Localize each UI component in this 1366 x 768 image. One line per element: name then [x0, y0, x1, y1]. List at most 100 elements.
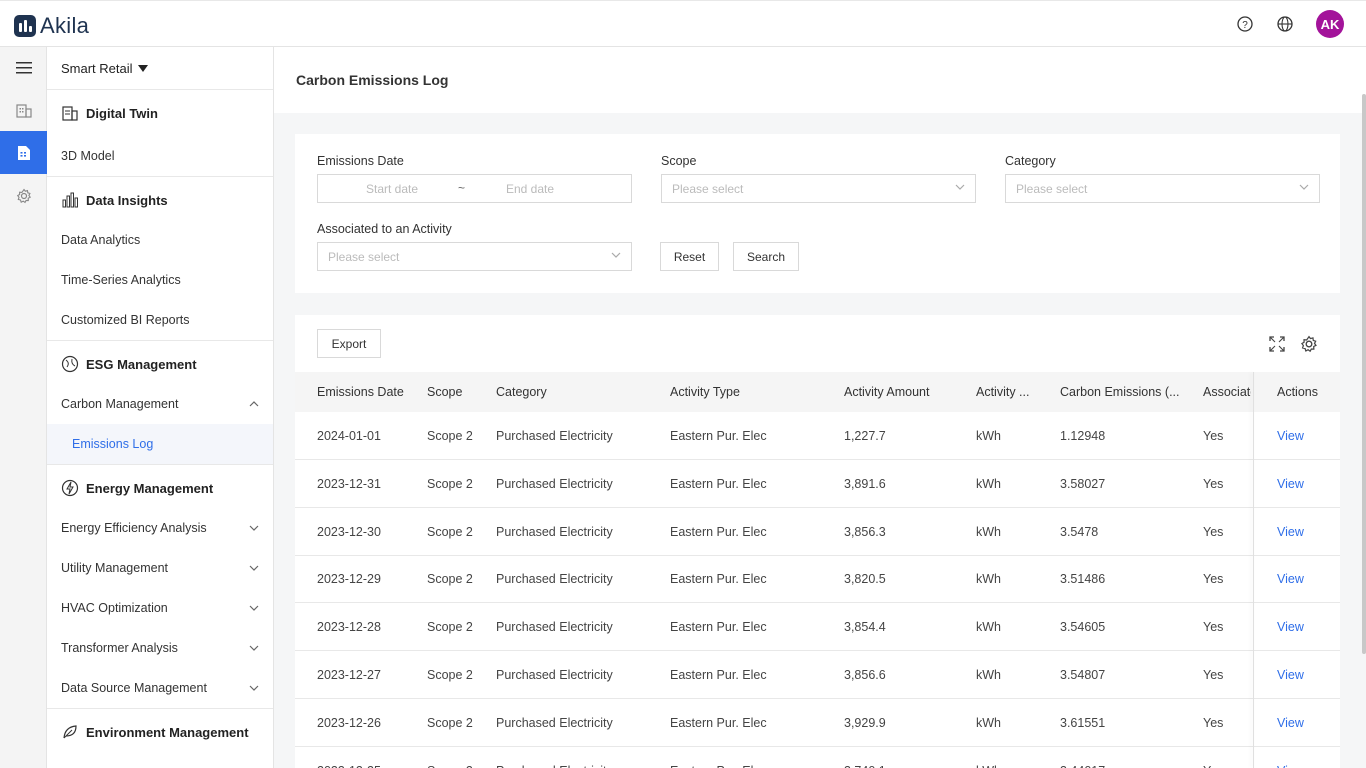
table-cell: Eastern Pur. Elec	[670, 476, 767, 491]
table-cell: kWh	[976, 476, 1001, 491]
view-link[interactable]: View	[1277, 620, 1304, 634]
sidebar-item-time-series-analytics[interactable]: Time-Series Analytics	[47, 260, 273, 300]
view-link[interactable]: View	[1277, 764, 1304, 768]
caret-down-icon	[137, 64, 148, 72]
section-esg-management: ESG Management	[47, 344, 273, 384]
fullscreen-icon[interactable]	[1269, 336, 1285, 352]
column-header[interactable]: Emissions Date	[317, 385, 404, 399]
table-cell: Eastern Pur. Elec	[670, 620, 767, 635]
table-row[interactable]: 2023-12-31 Scope 2 Purchased Electricity Ea…	[295, 460, 1340, 508]
site-selector[interactable]: Smart Retail	[47, 47, 273, 90]
table-cell: 3.5478	[1060, 524, 1099, 539]
table-cell: 3.44017	[1060, 764, 1105, 768]
page-scrollbar[interactable]	[1362, 94, 1366, 654]
filter-panel: Emissions Date Start date ~ End date Sco…	[295, 134, 1340, 293]
table-cell: Purchased Electricity	[496, 524, 613, 539]
table-cell: kWh	[976, 524, 1001, 539]
table-row[interactable]: 2023-12-25 Scope 2 Purchased Electricity Ea…	[295, 747, 1340, 768]
reset-button[interactable]: Reset	[660, 242, 719, 271]
table-cell: 3.54807	[1060, 668, 1106, 682]
table-row[interactable]: 2023-12-26 Scope 2 Purchased Electricity Ea…	[295, 699, 1340, 747]
table-cell: Purchased Electricity	[496, 429, 613, 443]
date-range-picker[interactable]: Start date ~ End date	[317, 174, 632, 203]
table-cell: Yes	[1203, 429, 1224, 443]
help-icon[interactable]: ?	[1236, 15, 1254, 33]
sidebar-item-hvac-optimization[interactable]: HVAC Optimization	[47, 588, 273, 628]
chevron-down-icon	[249, 565, 259, 571]
column-header[interactable]: Activity Amount	[844, 385, 929, 399]
table-cell: 3,929.9	[844, 715, 886, 730]
table-cell: 1.12948	[1060, 429, 1106, 443]
table-row[interactable]: 2024-01-01 Scope 2 Purchased Electricity Ea…	[295, 412, 1340, 460]
section-data-insights: Data Insights	[47, 180, 273, 220]
rail-item-settings[interactable]	[0, 174, 47, 217]
column-header[interactable]: Carbon Emissions (...	[1060, 385, 1179, 399]
leaf-icon	[63, 725, 77, 739]
activity-label: Associated to an Activity	[317, 222, 452, 236]
settings-icon	[16, 188, 31, 203]
emissions-date-label: Emissions Date	[317, 154, 404, 168]
table-row[interactable]: 2023-12-27 Scope 2 Purchased Electricity Ea…	[295, 651, 1340, 699]
sidebar-item-customized-bi-reports[interactable]: Customized BI Reports	[47, 300, 273, 340]
table-cell: Purchased Electricity	[496, 476, 613, 491]
end-date-input[interactable]: End date	[506, 182, 554, 196]
date-separator: ~	[458, 181, 466, 195]
rail-item-documents[interactable]	[0, 131, 47, 174]
view-link[interactable]: View	[1277, 429, 1304, 443]
table-cell: Eastern Pur. Elec	[670, 524, 767, 539]
rail-item-buildings[interactable]	[0, 88, 47, 131]
column-header[interactable]: Category	[496, 385, 547, 399]
sidebar-item-data-source-management[interactable]: Data Source Management	[47, 668, 273, 708]
column-header[interactable]: Associate	[1203, 385, 1251, 399]
view-link[interactable]: View	[1277, 716, 1304, 730]
table-cell: kWh	[976, 429, 1001, 443]
scope-select[interactable]: Please select	[661, 174, 976, 203]
chevron-down-icon	[249, 685, 259, 691]
view-link[interactable]: View	[1277, 572, 1304, 586]
table-cell: 3.61551	[1060, 715, 1106, 730]
globe-icon[interactable]	[1276, 15, 1294, 33]
view-link[interactable]: View	[1277, 668, 1304, 682]
table-row[interactable]: 2023-12-30 Scope 2 Purchased Electricity Ea…	[295, 508, 1340, 556]
table-cell: Purchased Electricity	[496, 715, 613, 730]
view-link[interactable]: View	[1277, 477, 1304, 491]
activity-select[interactable]: Please select	[317, 242, 632, 271]
chevron-down-icon	[611, 252, 621, 258]
export-button[interactable]: Export	[317, 329, 381, 358]
table-cell: Eastern Pur. Elec	[670, 764, 767, 768]
table-cell: 2024-01-01	[317, 429, 381, 443]
sidebar-item-emissions-log[interactable]: Emissions Log	[47, 424, 273, 464]
table-cell: 2023-12-29	[317, 572, 381, 587]
search-button[interactable]: Search	[733, 242, 799, 271]
sidebar-item-energy-efficiency-analysis[interactable]: Energy Efficiency Analysis	[47, 508, 273, 548]
table-row[interactable]: 2023-12-28 Scope 2 Purchased Electricity Ea…	[295, 603, 1340, 652]
chevron-up-icon	[249, 401, 259, 407]
chevron-down-icon	[249, 645, 259, 651]
table-cell: kWh	[976, 620, 1001, 635]
column-header[interactable]: Activity ...	[976, 385, 1029, 399]
sidebar-item-transformer-analysis[interactable]: Transformer Analysis	[47, 628, 273, 668]
column-header[interactable]: Activity Type	[670, 385, 740, 399]
table-cell: 2023-12-28	[317, 620, 381, 635]
sidebar-item-utility-management[interactable]: Utility Management	[47, 548, 273, 588]
table-cell: 2023-12-25	[317, 764, 381, 768]
sidebar-item-carbon-management[interactable]: Carbon Management	[47, 384, 273, 424]
view-link[interactable]: View	[1277, 525, 1304, 539]
table-cell: Yes	[1203, 572, 1224, 587]
table-cell: 3.54605	[1060, 620, 1106, 635]
category-select[interactable]: Please select	[1005, 174, 1320, 203]
avatar[interactable]: AK	[1316, 10, 1344, 38]
menu-toggle-button[interactable]	[0, 47, 47, 88]
table-row[interactable]: 2023-12-29 Scope 2 Purchased Electricity Ea…	[295, 555, 1340, 604]
start-date-input[interactable]: Start date	[366, 182, 418, 196]
table-cell: kWh	[976, 668, 1001, 682]
column-header[interactable]: Scope	[427, 385, 462, 399]
logo[interactable]: Akila	[14, 13, 89, 39]
table-cell: 1,227.7	[844, 429, 886, 443]
column-settings-icon[interactable]	[1300, 335, 1318, 353]
sidebar-item-3d-model[interactable]: 3D Model	[47, 136, 273, 176]
app-name: Akila	[40, 13, 90, 38]
table-cell: Purchased Electricity	[496, 620, 613, 635]
emissions-table-card: Export Emissions Date Scope Category Act…	[295, 315, 1340, 768]
sidebar-item-data-analytics[interactable]: Data Analytics	[47, 220, 273, 260]
